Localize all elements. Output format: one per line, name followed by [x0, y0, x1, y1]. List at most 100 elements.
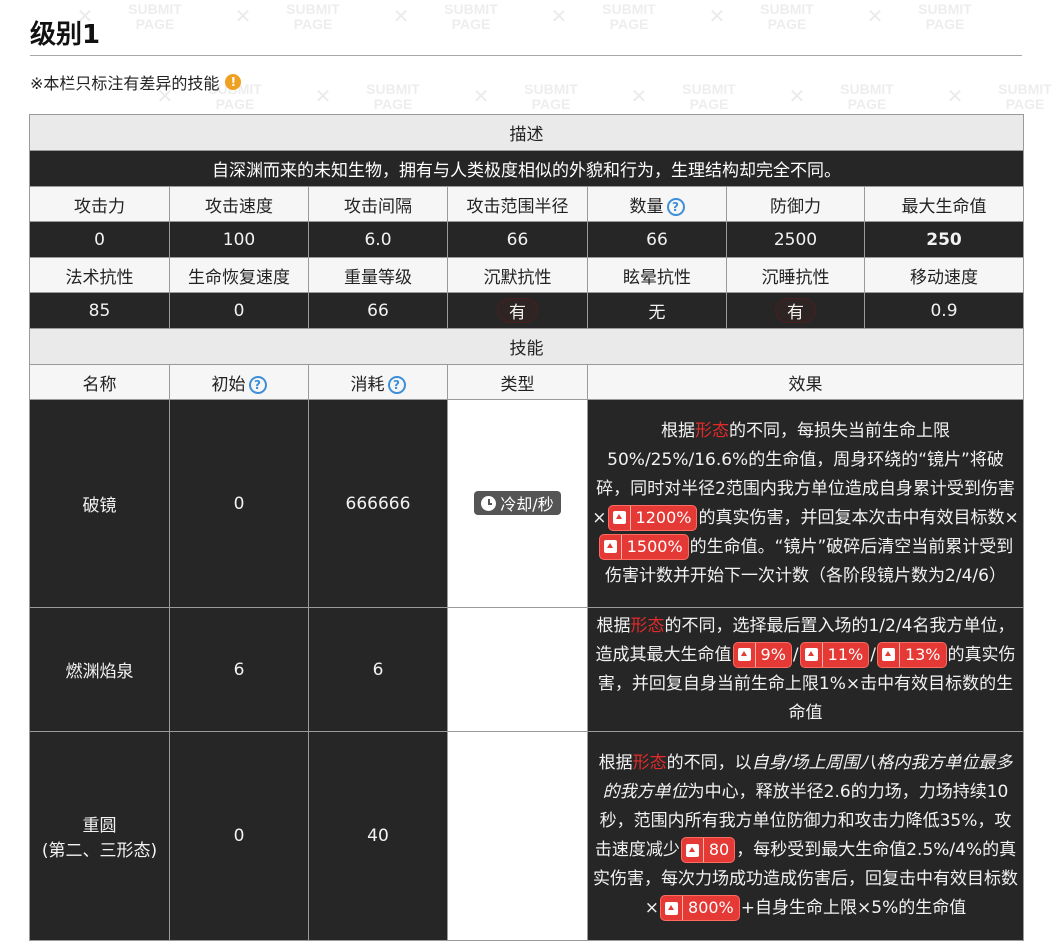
- description-text: 自深渊而来的未知生物，拥有与人类极度相似的外貌和行为，生理结构却完全不同。: [28, 150, 1025, 187]
- watermark-mark-icon: ✕: [866, 4, 884, 28]
- skill-cost: 6: [308, 607, 448, 732]
- help-icon[interactable]: ?: [387, 375, 406, 394]
- skill-effect: 根据形态的不同，以自身/场上周围八格内我方单位最多的我方单位为中心，释放半径2.…: [586, 731, 1025, 941]
- watermark-text: SUBMITPAGE: [840, 81, 894, 112]
- skill-name: 燃渊焰泉: [29, 607, 170, 732]
- stat-value-atk-interval: 6.0: [308, 221, 448, 258]
- stat-value-max-hp: 250: [863, 221, 1025, 258]
- stat-value-move-speed: 0.9: [863, 292, 1025, 329]
- watermark-mark-icon: ✕: [946, 84, 964, 108]
- difference-note: ※本栏只标注有差异的技能 !: [30, 70, 242, 94]
- upgrade-chip: 1200%: [607, 504, 698, 531]
- up-arrow-icon: [804, 648, 818, 661]
- stat-header-count: 数量?: [587, 186, 727, 222]
- stats-value-row-2: 85 0 66 有 无 有 0.9: [29, 292, 1025, 329]
- skill-cost: 666666: [308, 399, 448, 608]
- watermark-text: SUBMITPAGE: [602, 1, 656, 32]
- watermark-mark-icon: ✕: [788, 84, 806, 108]
- stat-header-atk-interval: 攻击间隔: [308, 186, 448, 222]
- stat-value-atk-speed: 100: [169, 221, 309, 258]
- skill-initial: 0: [169, 399, 309, 608]
- upgrade-chip: 9%: [732, 641, 792, 668]
- stat-header-move-speed: 移动速度: [863, 257, 1025, 293]
- upgrade-chip: 800%: [660, 895, 740, 921]
- up-arrow-icon: [612, 511, 626, 524]
- stat-value-res: 85: [29, 292, 170, 329]
- stat-value-silence-res: 有: [447, 292, 588, 329]
- upgrade-chip: 80: [680, 837, 736, 863]
- skill-col-initial: 初始?: [169, 364, 309, 400]
- skill-type: [447, 731, 588, 941]
- form-link[interactable]: 形态: [633, 753, 667, 773]
- stat-value-sleep-res: 有: [726, 292, 865, 329]
- stats-header-row-2: 法术抗性 生命恢复速度 重量等级 沉默抗性 眩晕抗性 沉睡抗性 移动速度: [29, 257, 1025, 293]
- skill-effect: 根据形态的不同，每损失当前生命上限50%/25%/16.6%的生命值，周身环绕的…: [586, 399, 1025, 608]
- watermark-mark-icon: ✕: [234, 4, 252, 28]
- skill-col-effect: 效果: [586, 364, 1025, 400]
- info-icon[interactable]: !: [225, 74, 242, 90]
- watermark-text: SUBMITPAGE: [524, 81, 578, 112]
- stat-value-count: 66: [587, 221, 727, 258]
- watermark-mark-icon: ✕: [550, 4, 568, 28]
- note-text: ※本栏只标注有差异的技能: [30, 74, 220, 93]
- stat-header-res: 法术抗性: [29, 257, 170, 293]
- enemy-stats-table: 描述 自深渊而来的未知生物，拥有与人类极度相似的外貌和行为，生理结构却完全不同。…: [28, 114, 1025, 941]
- stat-header-weight: 重量等级: [308, 257, 448, 293]
- stat-header-silence-res: 沉默抗性: [447, 257, 588, 293]
- up-arrow-icon: [881, 648, 895, 661]
- skills-header: 技能: [28, 328, 1025, 365]
- stat-value-weight: 66: [308, 292, 448, 329]
- skill-cost: 40: [308, 731, 448, 941]
- watermark-text: SUBMITPAGE: [998, 81, 1052, 112]
- watermark-text: SUBMITPAGE: [128, 1, 182, 32]
- skill-type: 冷却/秒: [447, 399, 588, 608]
- stat-value-hp-regen: 0: [169, 292, 309, 329]
- stats-header-row-1: 攻击力 攻击速度 攻击间隔 攻击范围半径 数量? 防御力 最大生命值: [29, 186, 1025, 222]
- page-title: 级别1: [30, 20, 101, 50]
- stat-value-atk: 0: [29, 221, 170, 258]
- stat-header-atk-speed: 攻击速度: [169, 186, 309, 222]
- skills-col-header-row: 名称 初始? 消耗? 类型 效果: [29, 364, 1025, 400]
- skill-row: 燃渊焰泉 6 6 根据形态的不同，选择最后置入场的1/2/4名我方单位，造成其最…: [29, 607, 1025, 732]
- stat-header-sleep-res: 沉睡抗性: [726, 257, 865, 293]
- help-icon[interactable]: ?: [666, 197, 685, 216]
- stat-header-max-hp: 最大生命值: [863, 186, 1025, 222]
- skill-type: [447, 607, 588, 732]
- stat-header-def: 防御力: [726, 186, 865, 222]
- watermark-mark-icon: ✕: [472, 84, 490, 108]
- watermark-mark-icon: ✕: [392, 4, 410, 28]
- skill-effect: 根据形态的不同，选择最后置入场的1/2/4名我方单位，造成其最大生命值 9%/11…: [586, 607, 1025, 732]
- up-arrow-icon: [685, 843, 699, 857]
- stat-header-atk: 攻击力: [29, 186, 170, 222]
- watermark-text: SUBMITPAGE: [286, 1, 340, 32]
- up-arrow-icon: [665, 901, 679, 915]
- skill-col-cost: 消耗?: [308, 364, 448, 400]
- up-arrow-icon: [737, 648, 751, 661]
- form-link[interactable]: 形态: [695, 421, 729, 441]
- description-header: 描述: [28, 114, 1025, 151]
- watermark-text: SUBMITPAGE: [682, 81, 736, 112]
- skill-row: 重圆 (第二、三形态) 0 40 根据形态的不同，以自身/场上周围八格内我方单位最…: [29, 731, 1025, 941]
- form-link[interactable]: 形态: [631, 616, 665, 636]
- watermark-text: SUBMITPAGE: [366, 81, 420, 112]
- watermark-text: SUBMITPAGE: [760, 1, 814, 32]
- upgrade-chip: 1500%: [598, 533, 689, 560]
- skill-initial: 6: [169, 607, 309, 732]
- skill-row: 破镜 0 666666 冷却/秒 根据形态的不同，每损失当前生命上限50%/25…: [29, 399, 1025, 608]
- watermark-text: SUBMITPAGE: [918, 1, 972, 32]
- upgrade-chip: 11%: [799, 641, 870, 668]
- stat-header-hp-regen: 生命恢复速度: [169, 257, 309, 293]
- skill-name: 重圆 (第二、三形态): [29, 731, 170, 941]
- upgrade-chip: 13%: [876, 641, 947, 668]
- skill-initial: 0: [169, 731, 309, 941]
- stat-value-stun-res: 无: [587, 292, 727, 329]
- stats-value-row-1: 0 100 6.0 66 66 2500 250: [29, 221, 1025, 258]
- title-divider: [30, 55, 1022, 56]
- watermark-mark-icon: ✕: [314, 84, 332, 108]
- skill-col-type: 类型: [447, 364, 588, 400]
- clock-icon: [481, 495, 497, 511]
- stat-header-stun-res: 眩晕抗性: [587, 257, 727, 293]
- help-icon[interactable]: ?: [248, 375, 267, 394]
- stat-value-def: 2500: [726, 221, 865, 258]
- cooldown-badge: 冷却/秒: [474, 491, 561, 516]
